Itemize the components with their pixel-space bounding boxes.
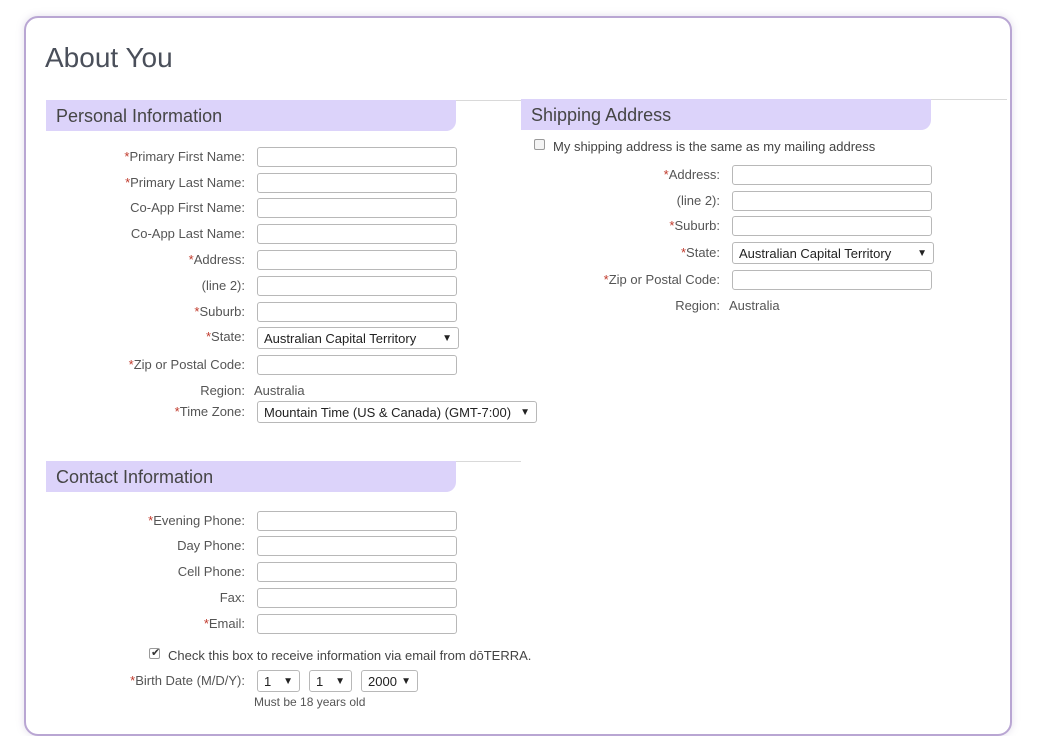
evening-phone-input[interactable] bbox=[257, 511, 457, 531]
coapp-last-name-input[interactable] bbox=[257, 224, 457, 244]
address-line2-input[interactable] bbox=[257, 276, 457, 296]
evening-phone-label-text: Evening Phone: bbox=[153, 513, 245, 528]
birth-year-select[interactable]: 2000 ▼ bbox=[361, 670, 418, 692]
email-input[interactable] bbox=[257, 614, 457, 634]
birth-month-value: 1 bbox=[264, 674, 272, 689]
shipping-address-label-text: Address: bbox=[668, 167, 720, 182]
coapp-first-name-label: Co-App First Name: bbox=[130, 200, 245, 215]
shipping-address-label: *Address: bbox=[520, 167, 720, 183]
shipping-suburb-input[interactable] bbox=[732, 216, 932, 236]
chevron-down-icon: ▼ bbox=[401, 676, 411, 687]
chevron-down-icon: ▼ bbox=[520, 407, 530, 418]
birth-day-value: 1 bbox=[316, 674, 324, 689]
shipping-address-heading-text: Shipping Address bbox=[531, 105, 672, 125]
personal-info-heading-text: Personal Information bbox=[56, 106, 223, 126]
primary-last-name-label: *Primary Last Name: bbox=[45, 175, 245, 191]
coapp-last-name-label: Co-App Last Name: bbox=[130, 226, 245, 241]
primary-first-name-input[interactable] bbox=[257, 147, 457, 167]
suburb-label: *Suburb: bbox=[45, 304, 245, 320]
chevron-down-icon: ▼ bbox=[335, 676, 345, 687]
page-title: About You bbox=[45, 42, 173, 73]
shipping-zip-input[interactable] bbox=[732, 270, 932, 290]
region-value: Australia bbox=[254, 383, 305, 398]
section-divider bbox=[455, 461, 521, 462]
email-label: *Email: bbox=[45, 616, 245, 632]
birth-day-select[interactable]: 1 ▼ bbox=[309, 670, 352, 692]
zip-input[interactable] bbox=[257, 355, 457, 375]
state-label: *State: bbox=[45, 329, 245, 345]
birth-month-select[interactable]: 1 ▼ bbox=[257, 670, 300, 692]
shipping-state-select-value: Australian Capital Territory bbox=[739, 246, 892, 261]
suburb-label-text: Suburb: bbox=[199, 304, 245, 319]
check-icon: ✔ bbox=[151, 647, 161, 659]
email-opt-in-checkbox[interactable]: ✔ bbox=[149, 647, 161, 659]
zip-label-text: Zip or Postal Code: bbox=[133, 357, 245, 372]
fax-input[interactable] bbox=[257, 588, 457, 608]
coapp-first-name-input[interactable] bbox=[257, 198, 457, 218]
day-phone-input[interactable] bbox=[257, 536, 457, 556]
section-divider bbox=[930, 99, 1007, 100]
timezone-select[interactable]: Mountain Time (US & Canada) (GMT-7:00) ▼ bbox=[257, 401, 537, 423]
birth-date-label-text: Birth Date (M/D/Y): bbox=[135, 673, 245, 688]
primary-first-name-label: *Primary First Name: bbox=[45, 149, 245, 165]
personal-info-heading: Personal Information bbox=[46, 100, 456, 131]
cell-phone-input[interactable] bbox=[257, 562, 457, 582]
day-phone-label: Day Phone: bbox=[177, 538, 245, 553]
zip-label: *Zip or Postal Code: bbox=[45, 357, 245, 373]
shipping-region-value: Australia bbox=[729, 298, 780, 313]
address-label-text: Address: bbox=[193, 252, 245, 267]
shipping-state-select[interactable]: Australian Capital Territory ▼ bbox=[732, 242, 934, 264]
address-line2-label: (line 2): bbox=[201, 278, 245, 293]
email-label-text: Email: bbox=[208, 616, 245, 631]
birth-year-value: 2000 bbox=[368, 674, 397, 689]
section-divider bbox=[455, 100, 521, 101]
shipping-state-label: *State: bbox=[520, 245, 720, 261]
contact-info-heading: Contact Information bbox=[46, 461, 456, 492]
contact-info-heading-text: Contact Information bbox=[56, 467, 214, 487]
evening-phone-label: *Evening Phone: bbox=[45, 513, 245, 529]
shipping-suburb-label: *Suburb: bbox=[520, 218, 720, 234]
birth-date-label: *Birth Date (M/D/Y): bbox=[45, 673, 245, 689]
cell-phone-label: Cell Phone: bbox=[177, 564, 245, 579]
same-address-checkbox[interactable] bbox=[534, 139, 545, 150]
suburb-input[interactable] bbox=[257, 302, 457, 322]
state-select-value: Australian Capital Territory bbox=[264, 331, 417, 346]
same-address-label: My shipping address is the same as my ma… bbox=[553, 139, 876, 154]
email-opt-in-label: Check this box to receive information vi… bbox=[168, 648, 532, 663]
timezone-label: *Time Zone: bbox=[45, 404, 245, 420]
primary-first-name-label-text: Primary First Name: bbox=[129, 149, 245, 164]
state-select[interactable]: Australian Capital Territory ▼ bbox=[257, 327, 459, 349]
shipping-line2-label: (line 2): bbox=[676, 193, 720, 208]
shipping-region-label: Region: bbox=[675, 298, 720, 313]
state-label-text: State: bbox=[211, 329, 245, 344]
address-label: *Address: bbox=[45, 252, 245, 268]
shipping-address-input[interactable] bbox=[732, 165, 932, 185]
region-label: Region: bbox=[200, 383, 245, 398]
shipping-state-label-text: State: bbox=[686, 245, 720, 260]
chevron-down-icon: ▼ bbox=[442, 333, 452, 344]
shipping-suburb-label-text: Suburb: bbox=[674, 218, 720, 233]
primary-last-name-label-text: Primary Last Name: bbox=[130, 175, 245, 190]
shipping-address-heading: Shipping Address bbox=[521, 99, 931, 130]
shipping-line2-input[interactable] bbox=[732, 191, 932, 211]
shipping-zip-label: *Zip or Postal Code: bbox=[520, 272, 720, 288]
age-requirement-note: Must be 18 years old bbox=[254, 695, 366, 709]
timezone-select-value: Mountain Time (US & Canada) (GMT-7:00) bbox=[264, 405, 512, 420]
chevron-down-icon: ▼ bbox=[283, 676, 293, 687]
fax-label: Fax: bbox=[219, 590, 245, 605]
address-input[interactable] bbox=[257, 250, 457, 270]
primary-last-name-input[interactable] bbox=[257, 173, 457, 193]
chevron-down-icon: ▼ bbox=[917, 248, 927, 259]
shipping-zip-label-text: Zip or Postal Code: bbox=[608, 272, 720, 287]
timezone-label-text: Time Zone: bbox=[179, 404, 245, 419]
